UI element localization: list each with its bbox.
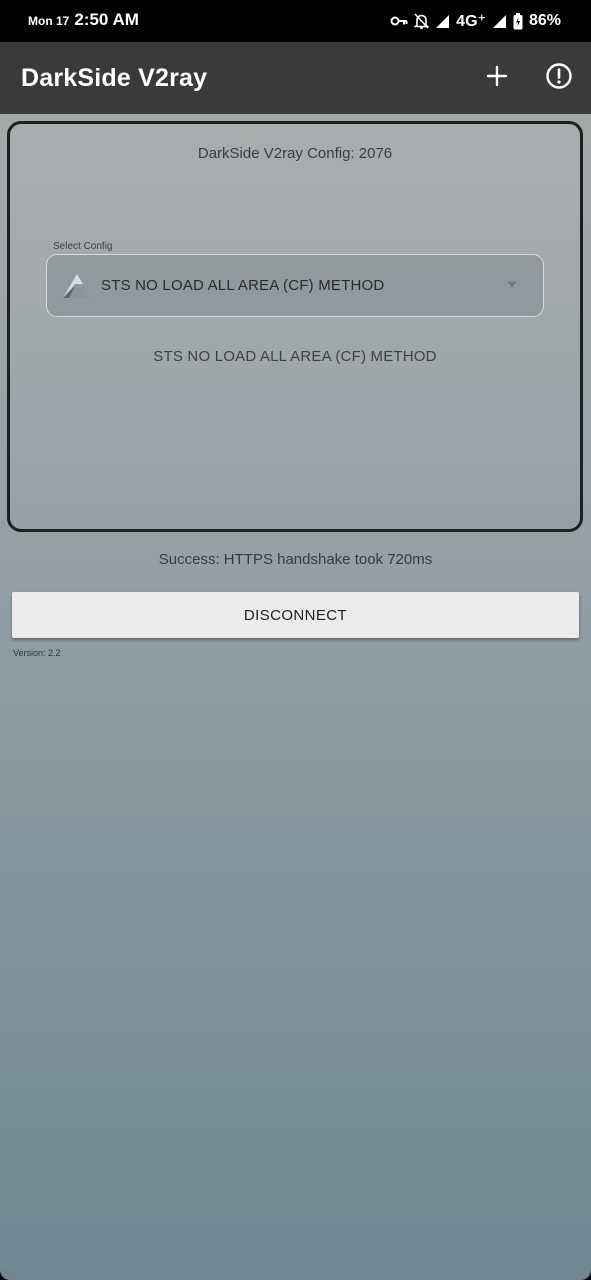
status-message: Success: HTTPS handshake took 720ms — [158, 551, 433, 568]
battery-icon — [513, 12, 523, 30]
server-logo-icon — [61, 272, 91, 300]
status-time: 2:50 AM — [74, 10, 139, 29]
selected-config-text: STS NO LOAD ALL AREA (CF) METHOD — [153, 348, 437, 365]
info-button[interactable] — [541, 60, 577, 96]
status-bar: Mon 17 2:50 AM 4G⁺ 86% — [0, 0, 591, 42]
vpn-key-icon — [390, 15, 408, 27]
signal-icon — [435, 14, 450, 29]
add-button[interactable] — [479, 60, 515, 96]
add-icon — [486, 65, 508, 92]
info-icon — [545, 62, 573, 95]
status-date: Mon 17 — [28, 14, 70, 28]
main-content: DarkSide V2ray Config: 2076 Select Confi… — [0, 114, 591, 1280]
dropdown-arrow-icon — [507, 282, 517, 287]
select-config-label: Select Config — [53, 241, 113, 252]
config-select[interactable]: STS NO LOAD ALL AREA (CF) METHOD — [46, 254, 544, 317]
battery-level: 86% — [528, 12, 561, 29]
config-count: DarkSide V2ray Config: 2076 — [197, 145, 393, 162]
app-bar: DarkSide V2ray — [0, 42, 591, 114]
config-card: DarkSide V2ray Config: 2076 Select Confi… — [7, 121, 583, 532]
status-clock: Mon 17 2:50 AM — [28, 10, 139, 30]
version-text: Version: 2.2 — [13, 648, 61, 658]
config-select-value: STS NO LOAD ALL AREA (CF) METHOD — [101, 277, 385, 294]
signal-icon — [492, 14, 507, 29]
alarm-off-icon — [414, 13, 430, 29]
status-icons: 4G⁺ 86% — [390, 11, 561, 31]
network-type: 4G⁺ — [456, 13, 486, 30]
app-title: DarkSide V2ray — [21, 64, 208, 92]
disconnect-button[interactable]: DISCONNECT — [12, 592, 579, 638]
